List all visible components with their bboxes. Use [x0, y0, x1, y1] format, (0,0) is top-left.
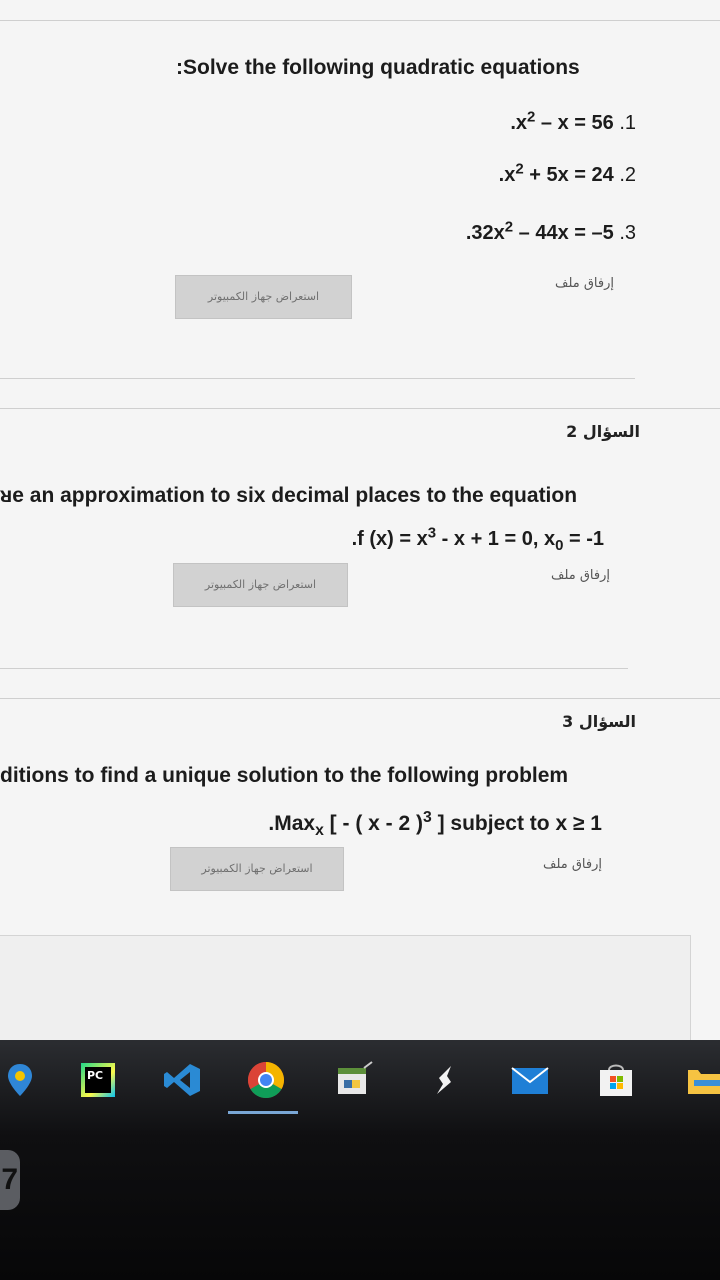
divider — [0, 378, 635, 379]
store-icon[interactable] — [596, 1060, 636, 1100]
active-app-indicator — [228, 1111, 298, 1114]
attach-file-label: إرفاق ملف — [542, 857, 602, 872]
pycharm-icon[interactable]: PC — [78, 1060, 118, 1100]
browse-computer-button[interactable]: استعراض جهاز الكمبيوتر — [170, 847, 344, 891]
divider — [0, 20, 720, 21]
python-idle-icon[interactable] — [334, 1060, 374, 1100]
equation-1: .x2 – x = 56 .1 — [510, 108, 636, 134]
question-3-text: ditions to find a unique solution to the… — [0, 764, 569, 787]
file-explorer-icon[interactable] — [684, 1060, 720, 1100]
divider — [0, 668, 628, 669]
divider — [0, 408, 720, 409]
browse-computer-button[interactable]: استعراض جهاز الكمبيوتر — [175, 275, 352, 319]
browse-computer-button[interactable]: استعراض جهاز الكمبيوتر — [173, 563, 348, 607]
question-2-heading: السؤال 2 — [566, 422, 640, 441]
quiz-page: :Solve the following quadratic equations… — [0, 0, 720, 1077]
question-2-equation: .f (x) = x3 - x + 1 = 0, x0 = -1 — [351, 524, 604, 554]
question-1-title: :Solve the following quadratic equations — [176, 56, 580, 79]
equation-3: .32x2 – 44x = –5 .3 — [465, 218, 636, 244]
chrome-icon[interactable] — [246, 1060, 286, 1100]
divider — [0, 698, 720, 699]
question-3-heading: السؤال 3 — [562, 712, 636, 731]
vscode-icon[interactable] — [162, 1060, 202, 1100]
attach-file-label: إرفاق ملف — [550, 568, 610, 583]
attach-file-label: إرفاق ملف — [554, 276, 614, 291]
mail-icon[interactable] — [510, 1060, 550, 1100]
pen-icon[interactable] — [424, 1060, 464, 1100]
question-2-text: ᴚe an approximation to six decimal place… — [0, 484, 578, 507]
map-pin-icon[interactable] — [0, 1060, 40, 1100]
equation-2: .x2 + 5x = 24 .2 — [498, 160, 636, 186]
question-3-equation: .Maxx [ - ( x - 2 )3 ] subject to x ≥ 1 — [268, 809, 602, 840]
corner-app-icon: 7 — [0, 1150, 20, 1210]
